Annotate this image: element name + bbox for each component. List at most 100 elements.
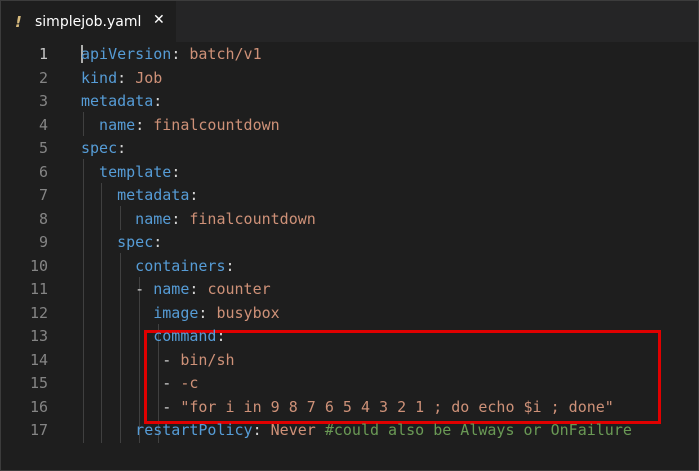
code-token: name [81,115,136,134]
close-icon[interactable]: ✕ [153,12,165,28]
line-number: 4 [38,115,48,134]
code-token: image [81,303,199,322]
code-line[interactable]: 7 metadata: [1,184,698,208]
code-line[interactable]: 5 spec: [1,137,698,161]
line-number: 12 [29,303,48,322]
code-line[interactable]: 15 - -c [1,372,698,396]
code-line[interactable]: 9 spec: [1,231,698,255]
code-token: : [252,421,271,439]
tab-label: simplejob.yaml [35,13,142,30]
line-number: 14 [29,350,48,369]
code-token: : [198,303,217,322]
code-line[interactable]: 3 metadata: [1,90,698,114]
code-token: - [81,397,181,416]
code-text: command: [81,325,226,349]
code-token: metadata [81,92,154,110]
code-token: finalcountdown [189,209,316,228]
code-text: spec: [81,137,126,161]
code-token: metadata [81,186,190,204]
code-token: spec [81,139,118,157]
code-line[interactable]: 13 command: [1,325,698,349]
code-editor[interactable]: 1 apiVersion: batch/v1 2 kind: Job 3 metadata… [1,42,698,470]
code-token: : [153,233,163,251]
code-line[interactable]: 8 name: finalcountdown [1,208,698,232]
code-text: - -c [81,372,198,396]
code-text: - name: counter [81,278,271,302]
tab-bar: ! simplejob.yaml ✕ [1,1,698,42]
code-line[interactable]: 10 containers: [1,255,698,279]
code-text: - bin/sh [81,349,235,373]
line-number: 6 [38,162,48,181]
line-number: 17 [29,421,48,439]
code-token: : [189,280,208,298]
line-number: 5 [38,139,48,157]
code-line[interactable]: 17 restartPolicy: Never #could also be A… [1,419,698,443]
code-token: : [225,256,235,275]
code-text: metadata: [81,90,162,114]
line-number: 11 [29,280,48,298]
code-token: : [189,186,199,204]
yaml-file-icon: ! [15,12,22,31]
code-text: name: finalcountdown [81,208,316,232]
code-token: : [171,209,190,228]
code-token: : [216,327,226,345]
code-token: finalcountdown [153,115,280,134]
code-text: kind: Job [81,67,162,91]
code-token: : [153,92,163,110]
code-token: template [81,162,172,181]
code-token: counter [207,280,271,298]
code-token: apiVersion [81,45,172,63]
code-token: - [81,280,154,298]
code-token: name [81,209,172,228]
code-line[interactable]: 14 - bin/sh [1,349,698,373]
code-text: spec: [81,231,162,255]
code-token: kind [81,68,118,87]
code-token: command [81,327,217,345]
line-number: 2 [38,68,48,87]
line-number: 7 [38,186,48,204]
editor-window: ! simplejob.yaml ✕ 1 apiVersion: batch/v1… [0,0,699,471]
code-token: - [81,374,181,392]
code-text: image: busybox [81,302,280,326]
line-number: 10 [29,256,48,275]
code-line[interactable]: 11 - name: counter [1,278,698,302]
code-token: #could also be Always or OnFailure [324,421,632,439]
code-token: Job [135,68,163,87]
code-text: template: [81,161,180,185]
code-token: : [171,162,181,181]
code-text: - "for i in 9 8 7 6 5 4 3 2 1 ; do echo … [81,396,614,420]
code-text: name: finalcountdown [81,114,280,138]
code-token: spec [81,233,154,251]
code-token: restartPolicy [81,421,253,439]
code-text: containers: [81,255,235,279]
code-token: "for i in 9 8 7 6 5 4 3 2 1 ; do echo $i… [180,397,614,416]
line-number: 8 [38,209,48,228]
code-token: bin/sh [180,350,235,369]
code-line[interactable]: 2 kind: Job [1,67,698,91]
code-token: -c [180,374,199,392]
code-text: apiVersion: batch/v1 [81,43,262,67]
code-text: restartPolicy: Never #could also be Alwa… [81,419,632,443]
code-token: Never [270,421,325,439]
line-number: 9 [38,233,48,251]
line-number: 13 [29,327,48,345]
code-line[interactable]: 16 - "for i in 9 8 7 6 5 4 3 2 1 ; do ec… [1,396,698,420]
code-line[interactable]: 6 template: [1,161,698,185]
line-number: 1 [38,45,48,63]
line-number: 15 [29,374,48,392]
code-token: name [153,280,190,298]
code-token: busybox [216,303,280,322]
code-token: - [81,350,181,369]
line-number: 16 [29,397,48,416]
code-token: : [117,68,136,87]
code-token: : [117,139,127,157]
code-token: : [135,115,154,134]
code-token: : [171,45,190,63]
code-line[interactable]: 12 image: busybox [1,302,698,326]
code-token: batch/v1 [189,45,262,63]
code-line[interactable]: 4 name: finalcountdown [1,114,698,138]
line-number: 3 [38,92,48,110]
code-text: metadata: [81,184,198,208]
tab-simplejob-yaml[interactable]: ! simplejob.yaml ✕ [1,1,176,42]
code-line[interactable]: 1 apiVersion: batch/v1 [1,43,698,67]
